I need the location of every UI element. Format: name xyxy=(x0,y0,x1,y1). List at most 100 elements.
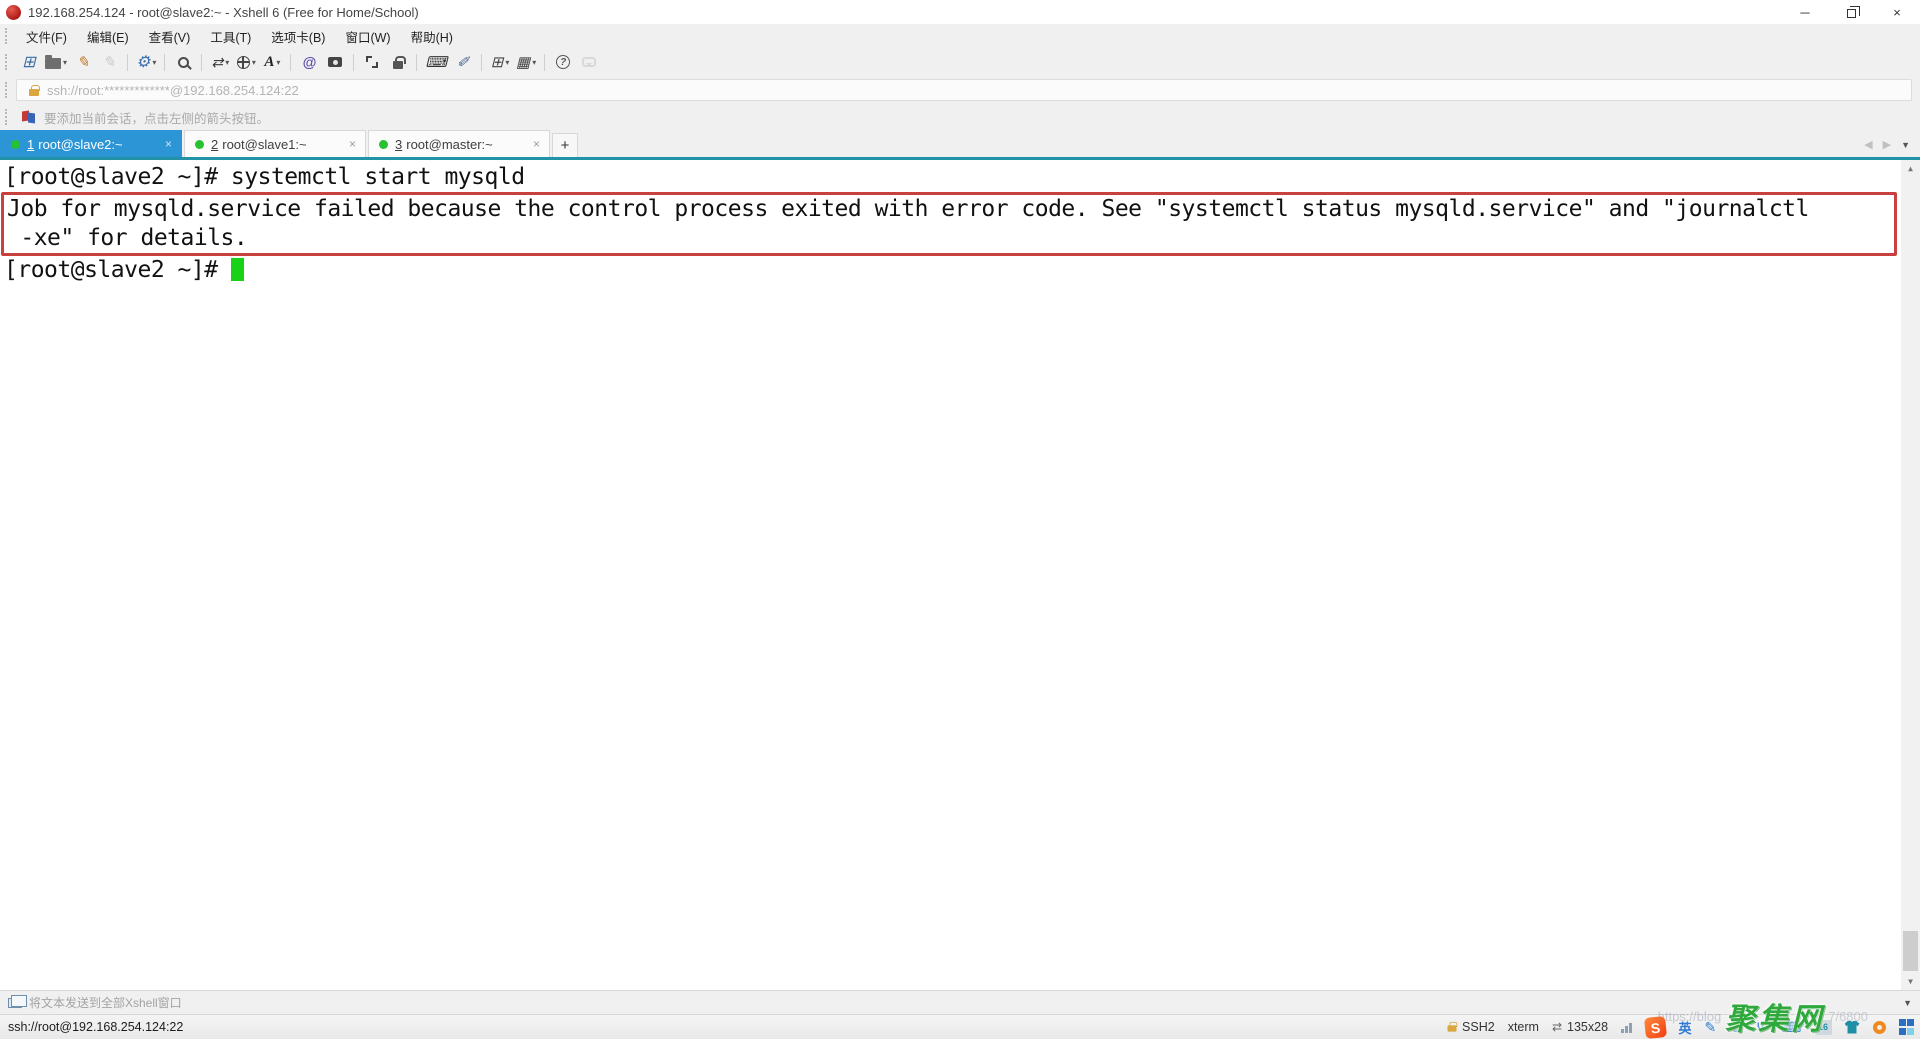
ime-mic-icon[interactable]: Ψ xyxy=(1757,1019,1769,1035)
help-icon[interactable] xyxy=(552,51,574,73)
terminal-error-line: Job for mysqld.service failed because th… xyxy=(7,195,1894,224)
minimize-button[interactable]: ─ xyxy=(1782,0,1828,24)
terminal-scrollbar[interactable]: ▲ ▼ xyxy=(1901,160,1920,990)
window-controls: ─ × xyxy=(1782,0,1920,24)
toolbar-grip[interactable] xyxy=(5,82,10,98)
protocol-status: SSH2 xyxy=(1447,1020,1495,1034)
terminal-type-status: xterm xyxy=(1508,1020,1539,1034)
ime-badge-16[interactable]: 16 xyxy=(1815,1020,1832,1035)
compose-options-caret-icon[interactable]: ▼ xyxy=(1903,998,1914,1008)
toolbar-separator xyxy=(416,54,417,71)
terminal-prompt-line: [root@slave2 ~]# xyxy=(4,256,1920,285)
restore-icon xyxy=(1847,9,1856,18)
terminal-error-line: -xe" for details. xyxy=(7,224,1894,253)
tab-number: 1 xyxy=(27,137,34,152)
tab-scroll-right-icon[interactable]: ▶ xyxy=(1883,138,1891,151)
terminal-area[interactable]: [root@slave2 ~]# systemctl start mysqld … xyxy=(0,160,1920,990)
connection-status-text: ssh://root@192.168.254.124:22 xyxy=(8,1020,183,1034)
error-highlight-box: Job for mysqld.service failed because th… xyxy=(1,192,1897,256)
file-transfer-icon[interactable]: ▾ xyxy=(209,51,231,73)
new-session-icon[interactable] xyxy=(18,51,40,73)
disconnect-icon xyxy=(98,51,120,73)
menu-tabs[interactable]: 选项卡(B) xyxy=(261,24,335,49)
ime-language-toggle[interactable]: 英 xyxy=(1679,1018,1692,1037)
tab-scroll-left-icon[interactable]: ◀ xyxy=(1864,138,1872,151)
tab-close-icon[interactable]: × xyxy=(346,137,359,151)
menu-file[interactable]: 文件(F) xyxy=(16,24,77,49)
screen-capture-icon[interactable] xyxy=(324,51,346,73)
secure-lock-icon xyxy=(29,89,39,96)
tab-root-master[interactable]: 3 root@master:~ × xyxy=(368,130,550,157)
tile-windows-icon[interactable]: ▾ xyxy=(515,51,537,73)
ime-toolbox-grid-icon[interactable] xyxy=(1899,1019,1915,1035)
sogou-ime-logo-icon[interactable]: S xyxy=(1643,1015,1666,1038)
ime-orange-dot-icon[interactable] xyxy=(1873,1021,1886,1034)
new-window-icon[interactable]: ▾ xyxy=(489,51,511,73)
status-bar: ssh://root@192.168.254.124:22 SSH2 xterm… xyxy=(0,1014,1920,1039)
tab-root-slave2[interactable]: 1 root@slave2:~ × xyxy=(0,130,182,157)
menu-view[interactable]: 查看(V) xyxy=(139,24,201,49)
ime-skin-icon[interactable] xyxy=(1845,1021,1860,1034)
ime-keyboard-icon[interactable]: ⌨ xyxy=(1781,1019,1801,1036)
close-button[interactable]: × xyxy=(1874,0,1920,24)
title-bar: 192.168.254.124 - root@slave2:~ - Xshell… xyxy=(0,0,1920,24)
protocol-label: SSH2 xyxy=(1462,1020,1495,1034)
menu-edit[interactable]: 编辑(E) xyxy=(77,24,139,49)
feedback-icon xyxy=(578,51,600,73)
tab-close-icon[interactable]: × xyxy=(162,137,175,151)
terminal-cursor xyxy=(231,258,244,281)
reconnect-icon[interactable] xyxy=(72,51,94,73)
full-screen-icon[interactable] xyxy=(361,51,383,73)
send-to-all-windows-icon[interactable] xyxy=(8,998,22,1008)
compose-pane-icon[interactable] xyxy=(452,51,474,73)
xshell-logo-icon xyxy=(6,5,21,20)
find-icon[interactable] xyxy=(172,51,194,73)
font-icon[interactable]: ▾ xyxy=(261,51,283,73)
menu-bar: 文件(F) 编辑(E) 查看(V) 工具(T) 选项卡(B) 窗口(W) 帮助(… xyxy=(0,24,1920,48)
toolbar-separator xyxy=(127,54,128,71)
soft-keyboard-icon[interactable] xyxy=(424,51,448,73)
add-session-flag-icon[interactable] xyxy=(22,110,36,124)
toolbar-grip[interactable] xyxy=(5,54,10,70)
info-message: 要添加当前会话，点击左侧的箭头按钮。 xyxy=(44,108,269,127)
scrollbar-thumb[interactable] xyxy=(1903,931,1918,971)
terminal-command-line: [root@slave2 ~]# systemctl start mysqld xyxy=(4,163,1920,192)
address-value: ssh://root:*************@192.168.254.124… xyxy=(47,83,299,98)
tab-label: root@slave2:~ xyxy=(38,137,156,152)
ime-emoji-icon[interactable]: ☺ xyxy=(1729,1019,1743,1035)
menu-window[interactable]: 窗口(W) xyxy=(335,24,400,49)
tab-number: 2 xyxy=(211,137,218,152)
address-input[interactable]: ssh://root:*************@192.168.254.124… xyxy=(16,79,1912,101)
session-properties-icon[interactable]: ▾ xyxy=(135,51,157,73)
toolbar-grip[interactable] xyxy=(5,28,10,44)
menu-help[interactable]: 帮助(H) xyxy=(401,24,463,49)
toolbar-grip[interactable] xyxy=(5,109,10,125)
tab-label: root@slave1:~ xyxy=(222,137,340,152)
new-tab-button[interactable]: + xyxy=(552,133,578,157)
scroll-down-icon[interactable]: ▼ xyxy=(1901,973,1920,990)
session-connected-icon xyxy=(195,140,204,149)
restore-button[interactable] xyxy=(1828,0,1874,24)
scroll-up-icon[interactable]: ▲ xyxy=(1901,160,1920,177)
zmodem-icon[interactable] xyxy=(298,51,320,73)
screen-size-status: ⇄ 135x28 xyxy=(1552,1020,1608,1034)
lock-screen-icon[interactable] xyxy=(387,51,409,73)
menu-tools[interactable]: 工具(T) xyxy=(200,24,261,49)
address-bar: ssh://root:*************@192.168.254.124… xyxy=(0,76,1920,104)
ime-pen-icon[interactable]: ✎ xyxy=(1705,1019,1717,1036)
toolbar: ▾ ▾ ▾ ▾ ▾ ▾ ▾ xyxy=(0,48,1920,76)
web-browser-icon[interactable]: ▾ xyxy=(235,51,257,73)
tab-root-slave1[interactable]: 2 root@slave1:~ × xyxy=(184,130,366,157)
terminal-prompt: [root@slave2 ~]# xyxy=(4,257,231,283)
window-title: 192.168.254.124 - root@slave2:~ - Xshell… xyxy=(28,5,419,20)
status-right-cluster: SSH2 xterm ⇄ 135x28 S 英 ✎ ☺ Ψ ⌨ 16 xyxy=(1447,1017,1914,1038)
tab-number: 3 xyxy=(395,137,402,152)
toolbar-separator xyxy=(544,54,545,71)
tab-close-icon[interactable]: × xyxy=(530,137,543,151)
info-bar: 要添加当前会话，点击左侧的箭头按钮。 xyxy=(0,104,1920,130)
compose-bar: 将文本发送到全部Xshell窗口 ▼ xyxy=(0,990,1920,1014)
compose-placeholder[interactable]: 将文本发送到全部Xshell窗口 xyxy=(29,994,182,1011)
open-session-folder-icon[interactable]: ▾ xyxy=(44,51,68,73)
tab-list-caret-icon[interactable]: ▼ xyxy=(1901,140,1910,150)
resize-icon: ⇄ xyxy=(1552,1020,1562,1034)
